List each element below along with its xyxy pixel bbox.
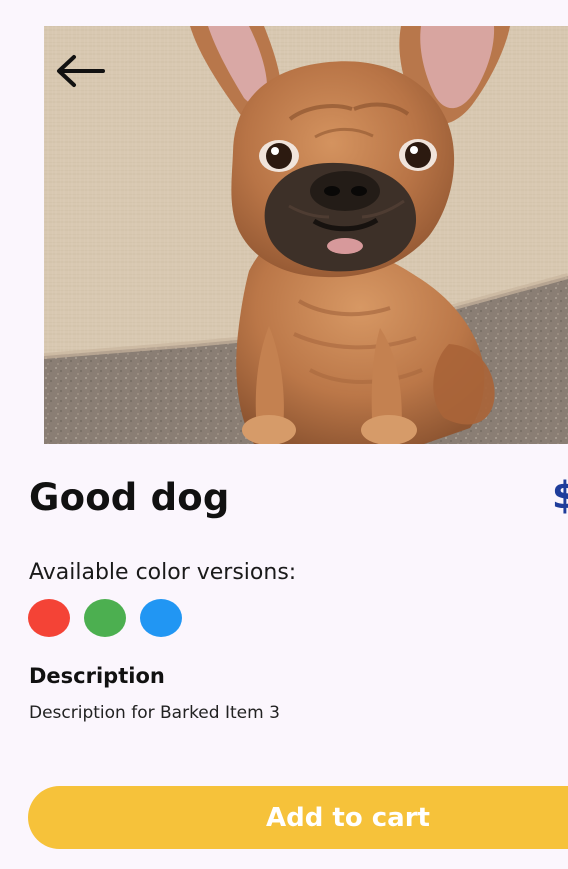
description-title: Description [29, 664, 165, 688]
add-to-cart-button[interactable]: Add to cart [28, 786, 568, 849]
color-swatch-red[interactable] [28, 599, 70, 637]
color-swatch-blue[interactable] [140, 599, 182, 637]
back-arrow-icon [57, 55, 105, 87]
color-options-label: Available color versions: [29, 560, 297, 585]
color-swatches [28, 599, 182, 637]
back-button[interactable] [50, 48, 110, 94]
color-swatch-green[interactable] [84, 599, 126, 637]
product-price: $ [552, 474, 568, 517]
add-to-cart-label: Add to cart [266, 802, 430, 833]
description-text: Description for Barked Item 3 [29, 703, 280, 723]
product-title: Good dog [29, 476, 230, 519]
product-image [44, 26, 568, 444]
product-detail-screen: Good dog $ Available color versions: Des… [0, 0, 568, 869]
